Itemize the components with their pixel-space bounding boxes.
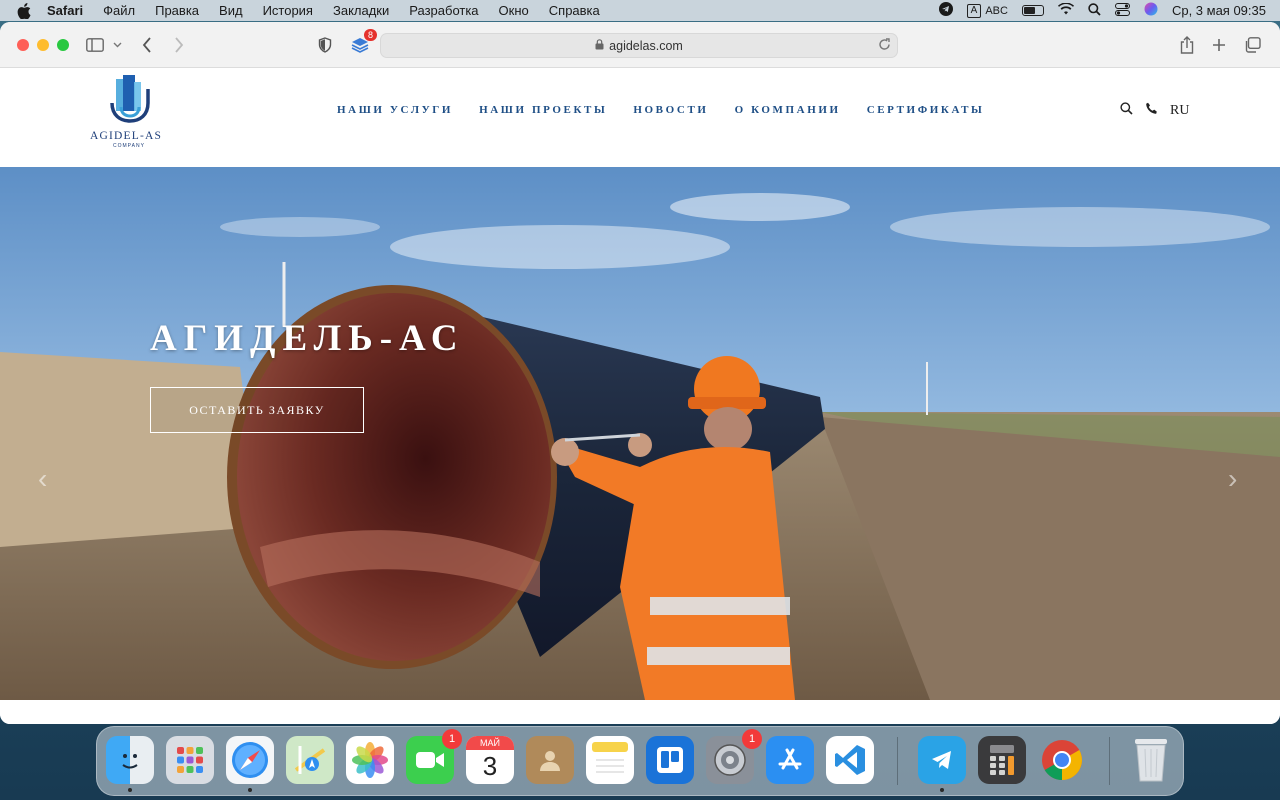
- tab-overview-icon[interactable]: [1244, 35, 1261, 55]
- dock-calendar-icon[interactable]: МАЙ 3: [466, 736, 514, 784]
- search-icon[interactable]: [1120, 102, 1133, 120]
- new-tab-icon[interactable]: [1212, 35, 1226, 55]
- dock-trello-icon[interactable]: [646, 736, 694, 784]
- spotlight-icon[interactable]: [1088, 2, 1101, 19]
- input-source-label: ABC: [985, 4, 1008, 17]
- nav-news[interactable]: НОВОСТИ: [633, 104, 708, 116]
- url-text: agidelas.com: [609, 38, 683, 53]
- slider-prev-icon[interactable]: ‹: [38, 463, 47, 495]
- privacy-shield-icon[interactable]: [318, 35, 332, 55]
- menu-develop[interactable]: Разработка: [409, 3, 478, 18]
- dock-running-dot: [940, 788, 944, 792]
- dock: 1 МАЙ 3 1: [96, 726, 1184, 796]
- dock-maps-icon[interactable]: [286, 736, 334, 784]
- dock-notes-icon[interactable]: [586, 736, 634, 784]
- nav-certificates[interactable]: СЕРТИФИКАТЫ: [867, 104, 985, 116]
- chevron-down-icon[interactable]: [113, 35, 122, 55]
- lock-icon: [595, 38, 604, 53]
- battery-icon[interactable]: [1021, 5, 1044, 16]
- settings-badge: 1: [742, 729, 762, 749]
- nav-services[interactable]: НАШИ УСЛУГИ: [337, 104, 453, 116]
- minimize-window-button[interactable]: [37, 39, 49, 51]
- extension-layers-icon[interactable]: 8: [350, 29, 377, 55]
- menu-history[interactable]: История: [263, 3, 313, 18]
- dock-trash-icon[interactable]: [1127, 736, 1175, 784]
- control-center-icon[interactable]: [1114, 2, 1130, 19]
- address-bar[interactable]: agidelas.com: [380, 33, 898, 58]
- main-nav: НАШИ УСЛУГИ НАШИ ПРОЕКТЫ НОВОСТИ О КОМПА…: [337, 104, 984, 116]
- dock-photos-icon[interactable]: [346, 736, 394, 784]
- nav-about[interactable]: О КОМПАНИИ: [735, 104, 841, 116]
- calendar-month: МАЙ: [466, 736, 514, 750]
- dock-settings-icon[interactable]: 1: [706, 729, 762, 784]
- menu-file[interactable]: Файл: [103, 3, 135, 18]
- input-source-icon: A: [966, 3, 982, 18]
- menu-app-name[interactable]: Safari: [47, 3, 83, 18]
- menu-bookmarks[interactable]: Закладки: [333, 3, 389, 18]
- menu-edit[interactable]: Правка: [155, 3, 199, 18]
- back-button[interactable]: [142, 35, 152, 55]
- wifi-icon[interactable]: [1057, 2, 1074, 18]
- dock-vscode-icon[interactable]: [826, 736, 874, 784]
- menu-bar: Safari Файл Правка Вид История Закладки …: [0, 0, 1280, 21]
- safari-window: 8 agidelas.com AGIDEL-AS COMPANY НАШИ УС…: [0, 22, 1280, 724]
- logo-text[interactable]: AGIDEL-AS: [90, 130, 162, 142]
- dock-calculator-icon[interactable]: [978, 736, 1026, 784]
- dock-separator: [897, 737, 898, 785]
- telegram-status-icon[interactable]: [938, 2, 953, 19]
- clock[interactable]: Ср, 3 мая 09:35: [1172, 3, 1266, 18]
- site-header: AGIDEL-AS COMPANY НАШИ УСЛУГИ НАШИ ПРОЕК…: [0, 69, 1280, 167]
- share-icon[interactable]: [1180, 35, 1194, 55]
- nav-projects[interactable]: НАШИ ПРОЕКТЫ: [479, 104, 607, 116]
- phone-icon[interactable]: [1145, 102, 1158, 120]
- menu-window[interactable]: Окно: [499, 3, 529, 18]
- logo-subtext: COMPANY: [113, 143, 145, 149]
- forward-button[interactable]: [174, 35, 184, 55]
- dock-finder-icon[interactable]: [106, 736, 154, 792]
- slider-next-icon[interactable]: ›: [1228, 463, 1237, 495]
- dock-launchpad-icon[interactable]: [166, 736, 214, 784]
- hero-banner: АГИДЕЛЬ-АС ОСТАВИТЬ ЗАЯВКУ ‹ ›: [0, 167, 1280, 700]
- dock-safari-icon[interactable]: [226, 736, 274, 792]
- menu-help[interactable]: Справка: [549, 3, 600, 18]
- dock-contacts-icon[interactable]: [526, 736, 574, 784]
- apple-menu-icon[interactable]: [17, 2, 33, 19]
- language-switcher[interactable]: RU: [1170, 103, 1189, 119]
- dock-running-dot: [248, 788, 252, 792]
- siri-icon[interactable]: [1144, 2, 1158, 19]
- request-button[interactable]: ОСТАВИТЬ ЗАЯВКУ: [150, 387, 364, 433]
- menu-view[interactable]: Вид: [219, 3, 243, 18]
- dock-running-dot: [128, 788, 132, 792]
- reload-icon[interactable]: [878, 38, 891, 54]
- hero-title: АГИДЕЛЬ-АС: [150, 318, 465, 359]
- extension-badge: 8: [363, 29, 377, 41]
- close-window-button[interactable]: [17, 39, 29, 51]
- browser-toolbar: 8 agidelas.com: [0, 22, 1280, 68]
- hero-image: [0, 167, 1280, 700]
- page-bottom-strip: [0, 700, 1280, 724]
- sidebar-toggle-icon[interactable]: [86, 35, 104, 55]
- calendar-day: 3: [482, 751, 498, 781]
- dock-telegram-icon[interactable]: [918, 736, 966, 792]
- dock-facetime-icon[interactable]: 1: [406, 729, 462, 784]
- facetime-badge: 1: [442, 729, 462, 749]
- dock-appstore-icon[interactable]: [766, 736, 814, 784]
- zoom-window-button[interactable]: [57, 39, 69, 51]
- dock-chrome-icon[interactable]: [1038, 736, 1086, 784]
- input-source[interactable]: A ABC: [966, 3, 1008, 18]
- dock-separator: [1109, 737, 1110, 785]
